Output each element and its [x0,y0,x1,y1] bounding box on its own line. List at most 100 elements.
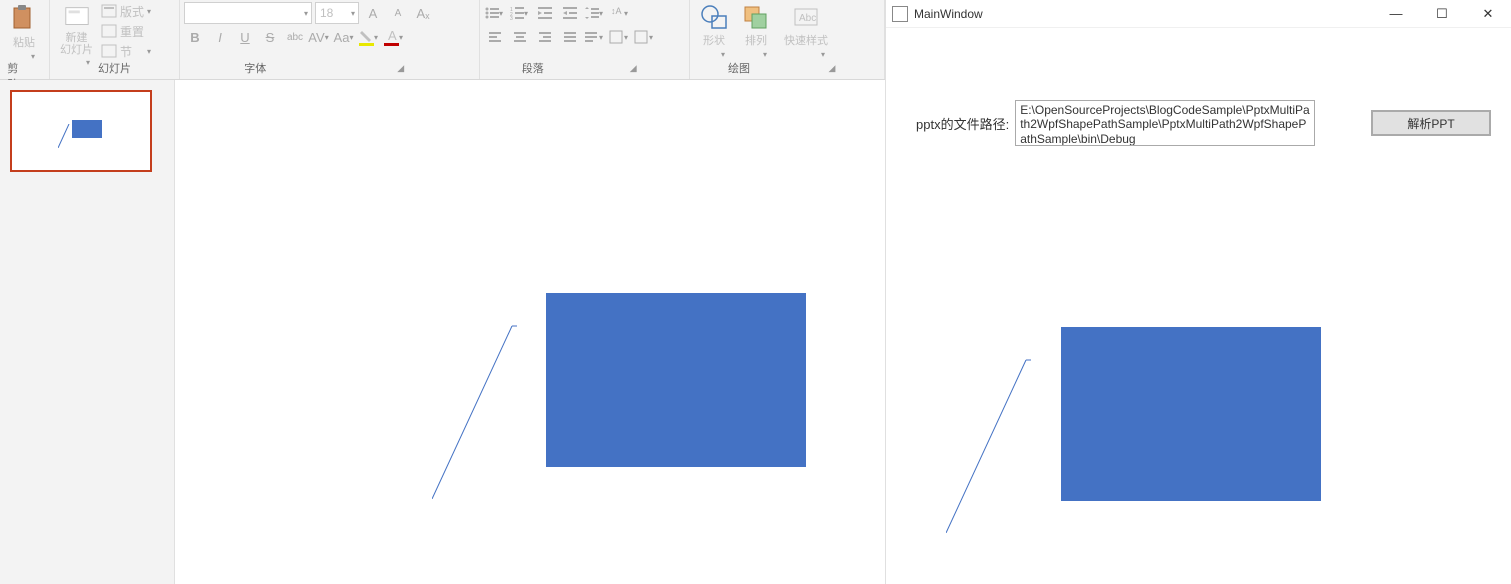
chevron-down-icon: ▾ [147,47,151,56]
form-row: pptx的文件路径: E:\OpenSourceProjects\BlogCod… [916,100,1491,146]
layout-label: 版式 [120,3,144,20]
wpf-window: MainWindow — ☐ ✕ pptx的文件路径: E:\OpenSourc… [885,0,1511,584]
bold-button[interactable]: B [184,26,206,48]
wpf-titlebar: MainWindow — ☐ ✕ [886,0,1511,28]
drawing-group-label: 绘图 [694,60,784,76]
svg-text:Abc: Abc [799,13,816,24]
quick-style-label: 快速样式 [784,32,828,48]
font-launcher[interactable]: ◢ [327,63,476,74]
window-icon [892,6,908,22]
reset-button[interactable]: 重置 [101,23,154,40]
line-shape[interactable] [432,324,517,499]
shrink-font-button[interactable]: A [387,2,409,24]
chevron-down-icon: ▾ [499,9,503,18]
parse-ppt-button[interactable]: 解析PPT [1371,110,1491,136]
quick-style-icon: Abc [792,4,820,30]
chevron-down-icon: ▾ [599,9,603,18]
align-right-icon [538,30,552,44]
distribute-button[interactable]: ▾ [584,26,606,48]
text-shadow-button[interactable]: abc [284,26,306,48]
layout-button[interactable]: 版式 ▾ [101,3,154,20]
increase-indent-button[interactable] [559,2,581,24]
outdent-icon [537,6,553,20]
path-textbox[interactable]: E:\OpenSourceProjects\BlogCodeSample\Ppt… [1015,100,1315,146]
clear-format-icon: Aₓ [417,6,430,21]
chevron-down-icon: ▾ [821,50,825,59]
font-size-combo[interactable]: 18 ▾ [315,2,359,24]
italic-button[interactable]: I [209,26,231,48]
shapes-icon [700,4,728,30]
clear-formatting-button[interactable]: Aₓ [412,2,434,24]
spacing-icon [584,6,599,20]
align-vert-icon [609,30,623,44]
font-name-combo[interactable]: ▾ [184,2,312,24]
wpf-line-shape [946,358,1031,533]
slide-thumbnail-1[interactable] [10,90,152,172]
strike-button[interactable]: S [259,26,281,48]
text-direction-button[interactable]: ↕A▾ [609,2,631,24]
font-color-button[interactable]: A ▾ [384,26,406,48]
chevron-down-icon: ▾ [349,33,353,42]
line-spacing-button[interactable]: ▾ [584,2,606,24]
close-button[interactable]: ✕ [1465,0,1511,28]
shapes-button[interactable]: 形状 ▾ [694,2,734,60]
ribbon-group-clipboard: 粘贴 ▾ 剪贴板 ◢ [0,0,50,79]
chevron-down-icon: ▾ [399,33,403,42]
parse-ppt-label: 解析PPT [1407,115,1454,132]
align-right-button[interactable] [534,26,556,48]
char-spacing-button[interactable]: AV▾ [309,26,331,48]
font-color-icon: A [384,28,399,46]
slide-canvas[interactable] [174,80,885,584]
new-slide-button[interactable]: 新建 幻灯片 ▾ [54,2,99,60]
smartart-button[interactable]: ▾ [634,26,656,48]
chevron-down-icon: ▾ [147,7,151,16]
wpf-client-area: pptx的文件路径: E:\OpenSourceProjects\BlogCod… [886,28,1511,584]
paste-icon [10,4,38,32]
numbering-icon: 123 [509,6,524,20]
shrink-font-icon: A [395,8,402,19]
highlight-icon [359,28,374,46]
change-case-button[interactable]: Aa▾ [334,26,356,48]
chevron-down-icon: ▾ [524,9,528,18]
chevron-down-icon: ▾ [649,33,653,42]
bullets-icon [484,6,499,20]
reset-label: 重置 [120,23,144,40]
drawing-launcher[interactable]: ◢ [784,63,880,74]
distribute-icon [584,30,598,44]
underline-button[interactable]: U [234,26,256,48]
align-text-button[interactable]: ▾ [609,26,631,48]
ribbon-group-drawing: 形状 ▾ 排列 ▾ Abc 快速样式 ▾ 绘图 ◢ [690,0,885,79]
bullets-button[interactable]: ▾ [484,2,506,24]
justify-button[interactable] [559,26,581,48]
maximize-icon: ☐ [1436,6,1448,22]
section-button[interactable]: 节 ▾ [101,43,154,60]
numbering-button[interactable]: 123▾ [509,2,531,24]
chevron-down-icon: ▾ [624,33,628,42]
align-left-button[interactable] [484,26,506,48]
arrange-button[interactable]: 排列 ▾ [736,2,776,60]
decrease-indent-button[interactable] [534,2,556,24]
chevron-down-icon: ▾ [763,50,767,59]
svg-text:3: 3 [510,16,513,20]
grow-font-button[interactable]: A [362,2,384,24]
slides-group-label: 幻灯片 [54,60,175,76]
paragraph-launcher[interactable]: ◢ [582,63,686,74]
paste-label: 粘贴 [13,34,35,50]
minimize-button[interactable]: — [1373,0,1419,28]
quick-style-button[interactable]: Abc 快速样式 ▾ [778,2,834,60]
thumb-rect-shape [72,120,102,138]
font-size-value: 18 [320,6,333,20]
arrange-icon [742,4,770,30]
slide-thumbnails-panel [0,80,174,584]
new-slide-icon [63,4,91,30]
font-group-label: 字体 [184,60,327,76]
maximize-button[interactable]: ☐ [1419,0,1465,28]
chevron-down-icon: ▾ [721,50,725,59]
chevron-down-icon: ▾ [624,9,628,18]
chevron-down-icon: ▾ [351,9,355,18]
align-center-button[interactable] [509,26,531,48]
paste-button[interactable]: 粘贴 ▾ [4,2,44,60]
rectangle-shape[interactable] [546,293,806,467]
highlight-button[interactable]: ▾ [359,26,381,48]
path-label: pptx的文件路径: [916,114,1009,133]
